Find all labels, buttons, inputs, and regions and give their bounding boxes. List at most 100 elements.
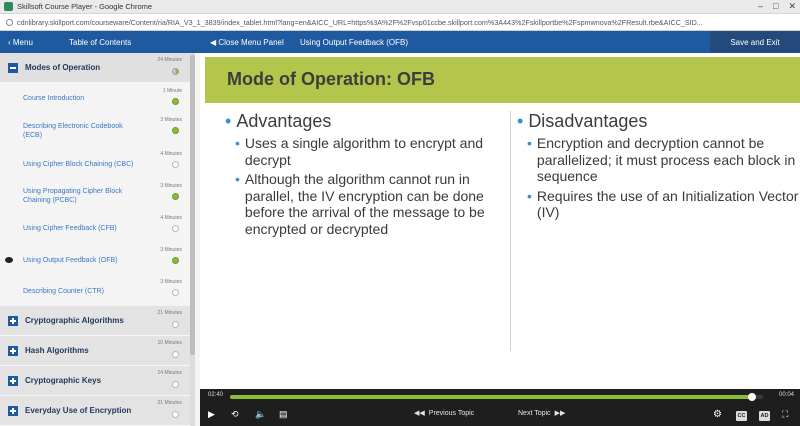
duration: 21 Minutes (157, 310, 182, 316)
player-controls: 02:40 00:04 ▶ ⟲ 🔈 ▤ ◀◀ Previous Topic Ne… (200, 389, 800, 426)
duration: 1 Minute (162, 88, 182, 94)
advantage-point: • Uses a single algorithm to encrypt and … (235, 135, 484, 168)
advantages-heading: • Advantages (225, 111, 332, 131)
window-title: Skillsoft Course Player - Google Chrome (17, 2, 153, 11)
current-topic-title: Using Output Feedback (OFB) (300, 37, 409, 47)
section-title: Modes of Operation (25, 63, 101, 72)
completed-icon (172, 193, 179, 200)
minimize-icon[interactable]: – (758, 1, 763, 12)
not-started-icon (172, 411, 179, 418)
advantages-column: • Advantages • Uses a single algorithm to … (225, 111, 515, 237)
fullscreen-icon[interactable]: ⛶ (782, 409, 788, 420)
topic-item[interactable]: Course Introduction 1 Minute (0, 83, 190, 114)
topic-title[interactable]: Using Output Feedback (OFB) (0, 256, 140, 265)
topic-item-current[interactable]: Using Output Feedback (OFB) 3 Minutes (0, 244, 190, 276)
next-icon: ▶▶ (554, 410, 566, 417)
duration: 4 Minutes (160, 151, 182, 157)
play-icon[interactable]: ▶ (208, 409, 215, 420)
not-started-icon (172, 161, 179, 168)
topic-item[interactable]: Describing Counter (CTR) 3 Minutes (0, 276, 190, 306)
current-topic-icon (5, 257, 13, 263)
disadvantages-heading: • Disadvantages (517, 111, 648, 131)
topic-item[interactable]: Using Propagating Cipher Block Chaining … (0, 180, 190, 212)
content-topbar: ◀ Close Menu Panel Using Output Feedback… (200, 31, 800, 53)
transcript-icon[interactable]: ▤ (279, 409, 288, 420)
section-everyday-use-of-encryption[interactable]: Everyday Use of Encryption 21 Minutes (0, 396, 190, 426)
save-and-exit-button[interactable]: Save and Exit (710, 31, 800, 53)
duration: 3 Minutes (160, 117, 182, 123)
browser-title-bar: Skillsoft Course Player - Google Chrome … (0, 0, 800, 14)
remaining-time: 00:04 (779, 392, 795, 398)
previous-icon: ◀◀ (414, 410, 425, 417)
close-menu-panel-button[interactable]: ◀ Close Menu Panel (200, 38, 298, 47)
expand-icon[interactable] (8, 375, 18, 386)
menu-button[interactable]: ‹ Menu (0, 38, 50, 47)
close-icon[interactable]: ✕ (788, 1, 796, 12)
slide-title: Mode of Operation: OFB (227, 69, 435, 89)
not-started-icon (172, 351, 179, 358)
section-modes-of-operation[interactable]: Modes of Operation 24 Minutes (0, 53, 190, 83)
disadvantages-column: • Disadvantages • Encryption and decryptio… (510, 111, 800, 351)
collapse-icon[interactable] (8, 62, 18, 73)
progress-fill (230, 395, 753, 399)
slide: Mode of Operation: OFB • Advantages • Uses… (205, 53, 800, 389)
section-title: Cryptographic Algorithms (25, 316, 124, 325)
topic-item[interactable]: Using Cipher Block Chaining (CBC) 4 Minu… (0, 148, 190, 180)
address-bar[interactable]: cdnlibrary.skillport.com/courseware/Cont… (0, 14, 800, 31)
completed-icon (172, 257, 179, 264)
section-hash-algorithms[interactable]: Hash Algorithms 10 Minutes (0, 336, 190, 366)
toc-title: Table of Contents (69, 37, 132, 47)
scrollbar-thumb[interactable] (190, 55, 195, 355)
skillsoft-favicon-icon (4, 2, 13, 11)
previous-topic-button[interactable]: ◀◀ Previous Topic (414, 409, 474, 418)
sidebar: ‹ Menu Table of Contents Modes of Operat… (0, 31, 200, 426)
topic-title[interactable]: Course Introduction (0, 94, 140, 103)
topic-title[interactable]: Using Propagating Cipher Block Chaining … (0, 187, 140, 205)
topic-title[interactable]: Using Cipher Block Chaining (CBC) (0, 160, 140, 169)
lock-icon (6, 18, 13, 26)
volume-icon[interactable]: 🔈 (255, 409, 266, 420)
duration: 10 Minutes (157, 340, 182, 346)
not-started-icon (172, 289, 179, 296)
duration: 3 Minutes (160, 247, 182, 253)
topic-title[interactable]: Describing Counter (CTR) (0, 287, 140, 296)
duration: 3 Minutes (160, 279, 182, 285)
maximize-icon[interactable]: □ (773, 1, 778, 12)
not-started-icon (172, 321, 179, 328)
advantage-point: • Although the algorithm cannot run in pa… (235, 171, 485, 237)
section-cryptographic-keys[interactable]: Cryptographic Keys 14 Minutes (0, 366, 190, 396)
section-cryptographic-algorithms[interactable]: Cryptographic Algorithms 21 Minutes (0, 306, 190, 336)
duration: 21 Minutes (157, 400, 182, 406)
disadvantage-point: • Encryption and decryption cannot be par… (527, 135, 796, 184)
duration: 3 Minutes (160, 183, 182, 189)
url-text: cdnlibrary.skillport.com/courseware/Cont… (17, 17, 703, 27)
topic-item[interactable]: Using Cipher Feedback (CFB) 4 Minutes (0, 212, 190, 244)
topic-item[interactable]: Describing Electronic Codebook (ECB) 3 M… (0, 114, 190, 148)
expand-icon[interactable] (8, 405, 18, 416)
sidebar-scrollbar[interactable] (190, 53, 195, 426)
elapsed-time: 02:40 (208, 392, 224, 398)
rewind-icon[interactable]: ⟲ (231, 409, 239, 420)
toc-list: Modes of Operation 24 Minutes Course Int… (0, 53, 200, 426)
completed-icon (172, 98, 179, 105)
window-controls: – □ ✕ (758, 1, 796, 12)
progress-status-icon (172, 68, 179, 75)
progress-handle[interactable] (748, 393, 757, 401)
duration: 4 Minutes (160, 215, 182, 221)
next-topic-button[interactable]: Next Topic ▶▶ (518, 409, 566, 418)
progress-bar[interactable] (230, 393, 763, 401)
completed-icon (172, 127, 179, 134)
settings-gear-icon[interactable]: ⚙ (713, 409, 722, 420)
topic-title[interactable]: Using Cipher Feedback (CFB) (0, 224, 140, 233)
topic-title[interactable]: Describing Electronic Codebook (ECB) (0, 122, 140, 140)
section-title: Cryptographic Keys (25, 376, 102, 385)
disadvantage-point: • Requires the use of an Initialization V… (527, 187, 799, 221)
duration: 14 Minutes (157, 370, 182, 376)
not-started-icon (172, 381, 179, 388)
audio-description-button[interactable]: AD (759, 409, 770, 421)
closed-captions-button[interactable]: CC (736, 409, 747, 421)
expand-icon[interactable] (8, 345, 18, 356)
section-title: Everyday Use of Encryption (25, 406, 132, 415)
not-started-icon (172, 225, 179, 232)
expand-icon[interactable] (8, 315, 18, 326)
